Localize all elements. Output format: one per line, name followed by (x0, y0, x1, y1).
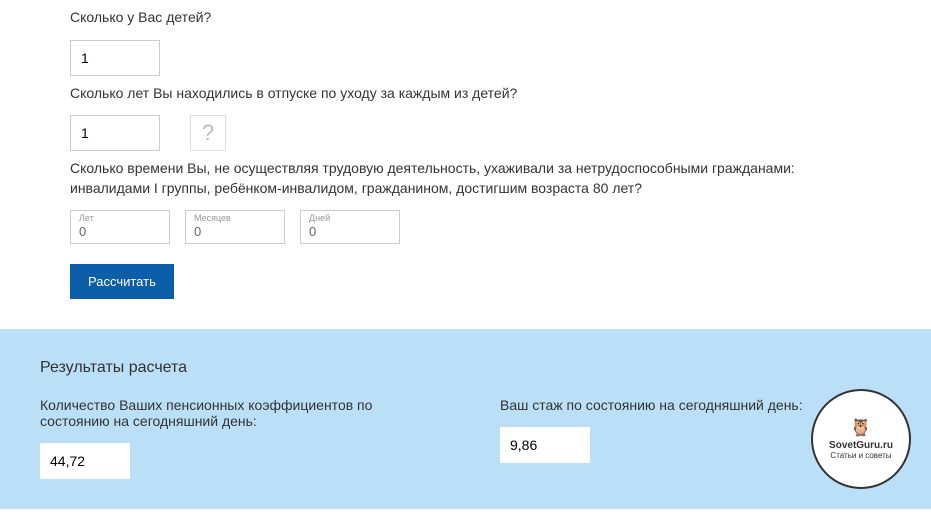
days-group: Дней (300, 210, 400, 244)
days-input[interactable] (309, 224, 391, 239)
years-label: Лет (79, 213, 161, 223)
stazh-value (500, 427, 590, 463)
care-time-label: Сколько времени Вы, не осуществляя трудо… (70, 159, 861, 198)
results-panel: Результаты расчета Количество Ваших пенс… (0, 329, 931, 509)
children-count-input[interactable] (70, 40, 160, 76)
years-group: Лет (70, 210, 170, 244)
results-title: Результаты расчета (40, 359, 891, 377)
coef-value (40, 443, 130, 479)
leave-years-label: Сколько лет Вы находились в отпуске по у… (70, 84, 861, 104)
stazh-label: Ваш стаж по состоянию на сегодняшний ден… (500, 397, 803, 413)
months-label: Месяцев (194, 213, 276, 223)
years-input[interactable] (79, 224, 161, 239)
stamp-line1: SovetGuru.ru (829, 440, 893, 451)
months-input[interactable] (194, 224, 276, 239)
days-label: Дней (309, 213, 391, 223)
stamp-line2: Статьи и советы (830, 451, 891, 460)
months-group: Месяцев (185, 210, 285, 244)
children-count-label: Сколько у Вас детей? (70, 8, 861, 28)
calculate-button[interactable]: Рассчитать (70, 264, 174, 299)
watermark-stamp: 🦉 SovetGuru.ru Статьи и советы (811, 389, 911, 489)
leave-years-input[interactable] (70, 115, 160, 151)
coef-label: Количество Ваших пенсионных коэффициенто… (40, 397, 440, 429)
help-icon[interactable]: ? (190, 115, 226, 151)
owl-icon: 🦉 (850, 418, 871, 438)
